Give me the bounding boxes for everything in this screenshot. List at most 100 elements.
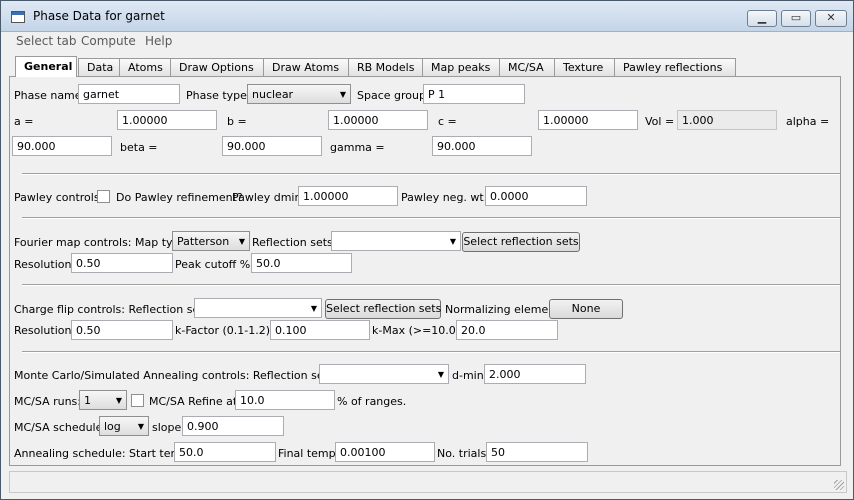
mcsa-dmin-label: d-min: — [452, 369, 488, 382]
close-button[interactable]: ✕ — [815, 10, 847, 27]
menu-compute[interactable]: Compute — [81, 34, 136, 48]
charge-flip-resolution-input[interactable]: 0.50 — [71, 320, 173, 340]
chevron-down-icon: ▼ — [137, 422, 144, 431]
pawley-dmin-label: Pawley dmin: — [232, 191, 306, 204]
final-temp-label: Final temp: — [278, 447, 340, 460]
mcsa-refine-checkbox[interactable] — [131, 394, 144, 407]
tab-rb-models[interactable]: RB Models — [348, 58, 426, 76]
mcsa-schedule-select[interactable]: log ▼ — [99, 416, 149, 436]
fourier-resolution-input[interactable]: 0.50 — [71, 253, 173, 273]
tab-draw-options[interactable]: Draw Options — [170, 58, 266, 76]
c-label: c = — [438, 115, 457, 128]
separator — [22, 217, 840, 219]
resize-grip-icon[interactable] — [834, 480, 844, 490]
mcsa-schedule-label: MC/SA schedule: — [14, 421, 107, 434]
slope-input[interactable]: 0.900 — [182, 416, 284, 436]
window-title: Phase Data for garnet — [33, 9, 165, 23]
gamma-label: gamma = — [330, 141, 385, 154]
beta-input[interactable]: 90.000 — [222, 136, 322, 156]
ranges-label: % of ranges. — [337, 395, 407, 408]
chevron-down-icon: ▼ — [437, 370, 444, 379]
phase-type-value: nuclear — [252, 88, 294, 101]
menu-bar: Select tab Compute Help — [1, 32, 853, 52]
tab-texture[interactable]: Texture — [554, 58, 620, 76]
b-input[interactable]: 1.00000 — [328, 110, 428, 130]
mcsa-runs-value: 1 — [84, 394, 91, 407]
vol-value: 1.000 — [677, 110, 777, 130]
k-factor-input[interactable]: 0.100 — [270, 320, 370, 340]
fourier-refl-sets-select[interactable]: ▼ — [331, 231, 461, 251]
fourier-select-reflection-sets-button[interactable]: Select reflection sets — [462, 232, 580, 252]
pawley-refine-label: Do Pawley refinement? — [116, 191, 243, 204]
space-group-label: Space group: — [357, 89, 430, 102]
charge-flip-refl-sets-select[interactable]: ▼ — [194, 298, 322, 318]
pawley-neg-wt-input[interactable]: 0.0000 — [485, 186, 587, 206]
status-bar — [9, 471, 847, 493]
a-label: a = — [14, 115, 34, 128]
mcsa-runs-select[interactable]: 1 ▼ — [79, 390, 127, 410]
k-max-input[interactable]: 20.0 — [456, 320, 558, 340]
phase-name-input[interactable]: garnet — [78, 84, 180, 104]
fourier-refl-sets-label: Reflection sets: — [252, 236, 337, 249]
charge-flip-controls-label: Charge flip controls: Reflection sets: — [14, 303, 213, 316]
k-factor-label: k-Factor (0.1-1.2): — [175, 324, 274, 337]
menu-help[interactable]: Help — [145, 34, 172, 48]
normalizing-element-button[interactable]: None — [549, 299, 623, 319]
phase-type-select[interactable]: nuclear ▼ — [247, 84, 351, 104]
peak-cutoff-input[interactable]: 50.0 — [251, 253, 352, 273]
tab-mcsa[interactable]: MC/SA — [499, 58, 561, 76]
menu-select-tab[interactable]: Select tab — [16, 34, 77, 48]
maximize-button[interactable]: ▭ — [781, 10, 811, 27]
mcsa-dmin-input[interactable]: 2.000 — [484, 364, 586, 384]
alpha-input[interactable]: 90.000 — [12, 136, 112, 156]
charge-flip-select-reflection-sets-button[interactable]: Select reflection sets — [325, 299, 441, 319]
final-temp-input[interactable]: 0.00100 — [335, 442, 435, 462]
mcsa-refl-set-select[interactable]: ▼ — [319, 364, 449, 384]
pawley-dmin-input[interactable]: 1.00000 — [298, 186, 398, 206]
space-group-input[interactable]: P 1 — [423, 84, 525, 104]
chevron-down-icon: ▼ — [339, 90, 346, 99]
fourier-resolution-label: Resolution: — [14, 258, 76, 271]
slope-label: slope: — [152, 421, 185, 434]
mcsa-schedule-value: log — [104, 420, 121, 433]
tab-data[interactable]: Data — [78, 58, 124, 76]
separator — [22, 351, 840, 353]
chevron-down-icon: ▼ — [310, 304, 317, 313]
pawley-controls-label: Pawley controls: — [14, 191, 104, 204]
no-trials-label: No. trials: — [437, 447, 490, 460]
mcsa-refine-label: MC/SA Refine at — [149, 395, 238, 408]
c-input[interactable]: 1.00000 — [538, 110, 638, 130]
phase-name-label: Phase name: — [14, 89, 86, 102]
chevron-down-icon: ▼ — [238, 237, 245, 246]
gamma-input[interactable]: 90.000 — [432, 136, 532, 156]
title-bar[interactable]: Phase Data for garnet ▁ ▭ ✕ — [1, 1, 853, 32]
general-panel: Phase name: garnet Phase type: nuclear ▼… — [9, 76, 841, 466]
alpha-label: alpha = — [786, 115, 830, 128]
mcsa-refine-input[interactable]: 10.0 — [235, 390, 335, 410]
vol-label: Vol = — [645, 115, 675, 128]
phase-data-window: Phase Data for garnet ▁ ▭ ✕ Select tab C… — [0, 0, 854, 500]
phase-type-label: Phase type: — [186, 89, 251, 102]
tab-general[interactable]: General — [15, 56, 77, 77]
pawley-refine-checkbox[interactable] — [97, 190, 110, 203]
tab-pawley-reflections[interactable]: Pawley reflections — [614, 58, 736, 76]
no-trials-input[interactable]: 50 — [486, 442, 588, 462]
app-icon — [11, 11, 25, 23]
charge-flip-resolution-label: Resolution: — [14, 324, 76, 337]
tab-map-peaks[interactable]: Map peaks — [422, 58, 506, 76]
map-type-select[interactable]: Patterson ▼ — [172, 231, 250, 251]
a-input[interactable]: 1.00000 — [117, 110, 217, 130]
tab-bar: General Data Atoms Draw Options Draw Ato… — [11, 56, 841, 77]
separator — [22, 284, 840, 286]
normalizing-element-label: Normalizing element: — [445, 303, 564, 316]
beta-label: beta = — [120, 141, 158, 154]
separator — [22, 173, 840, 175]
tab-draw-atoms[interactable]: Draw Atoms — [263, 58, 351, 76]
map-type-value: Patterson — [177, 235, 230, 248]
annealing-schedule-label: Annealing schedule: Start temp: — [14, 447, 192, 460]
start-temp-input[interactable]: 50.0 — [174, 442, 276, 462]
minimize-button[interactable]: ▁ — [747, 10, 777, 27]
peak-cutoff-label: Peak cutoff %: — [175, 258, 254, 271]
tab-atoms[interactable]: Atoms — [119, 58, 177, 76]
pawley-neg-wt-label: Pawley neg. wt.: — [401, 191, 491, 204]
